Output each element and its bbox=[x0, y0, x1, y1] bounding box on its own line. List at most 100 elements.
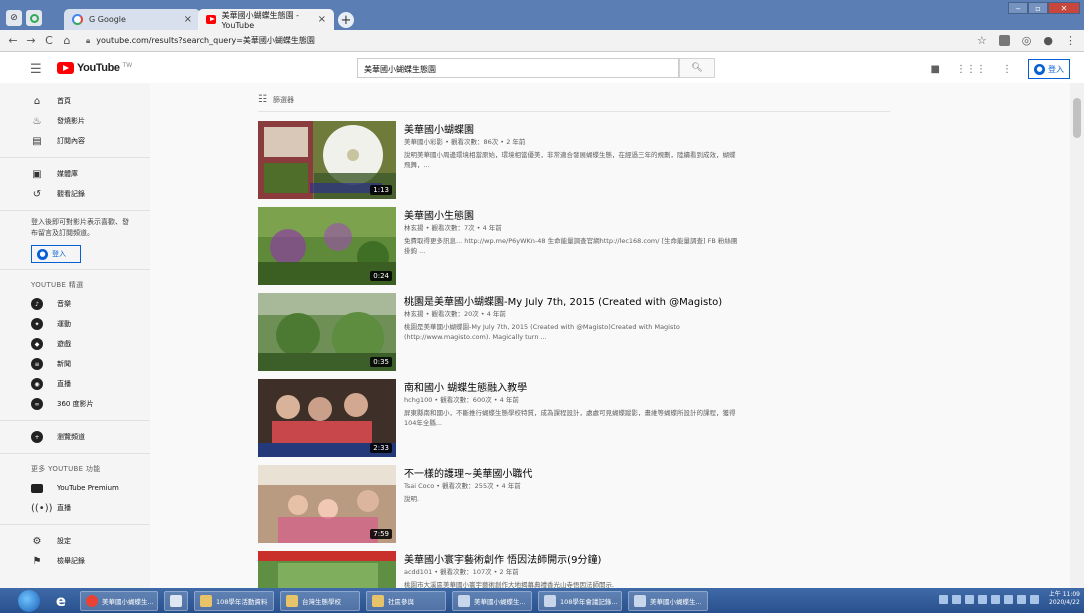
video-thumbnail[interactable]: 2:33 bbox=[258, 379, 396, 457]
video-description: 免費取得更多訊息... http://wp.me/P6yWKn-48 生命能量調… bbox=[404, 237, 738, 255]
tray-icon[interactable] bbox=[977, 594, 987, 604]
extension-icon[interactable] bbox=[998, 35, 1010, 46]
back-icon[interactable]: ← bbox=[4, 34, 22, 47]
video-title[interactable]: 桃園是美華國小蝴蝶園-My July 7th, 2015 (Created wi… bbox=[404, 293, 722, 308]
video-result[interactable]: 0:35 桃園是美華國小蝴蝶園-My July 7th, 2015 (Creat… bbox=[258, 293, 890, 373]
home-icon: ⌂ bbox=[33, 95, 41, 107]
maximize-button[interactable]: ▫ bbox=[1028, 2, 1048, 14]
sidebar-item-trending[interactable]: ♨ 發燒影片 bbox=[0, 111, 150, 131]
more-menu-icon[interactable]: ⋮ bbox=[1065, 34, 1076, 47]
media-icon[interactable]: ◎ bbox=[1022, 34, 1032, 47]
sidebar-item-history[interactable]: ↺ 觀看記錄 bbox=[0, 184, 150, 204]
video-result[interactable]: 美華國小寰宇藝術創作 悟因法師開示(9分鐘) acdd101 • 觀看次數：10… bbox=[258, 551, 890, 588]
taskbar-item[interactable]: 社區參與 bbox=[366, 590, 446, 611]
scrollbar-thumb[interactable] bbox=[1073, 98, 1081, 138]
video-result[interactable]: 2:33 南和國小 蝴蝶生態融入教學 hchg100 • 觀看次數：600次 •… bbox=[258, 379, 890, 459]
video-result[interactable]: 7:59 不一樣的護理~美華國小職代 Tsai Coco • 觀看次數：255次… bbox=[258, 465, 890, 545]
close-tab-icon[interactable]: × bbox=[318, 14, 326, 25]
video-title[interactable]: 不一樣的護理~美華國小職代 bbox=[404, 465, 532, 480]
signin-prompt: 登入後即可對影片表示喜歡、發布留言及訂閱頻道。 bbox=[31, 218, 129, 237]
sidebar-item-home[interactable]: ⌂ 首頁 bbox=[0, 91, 150, 111]
page-scrollbar[interactable] bbox=[1070, 83, 1084, 588]
taskbar-item[interactable]: 美華國小蝴蝶生... bbox=[80, 590, 158, 611]
sidebar-sign-in-button[interactable]: ● 登入 bbox=[31, 245, 81, 263]
settings-more-icon[interactable]: ⋮ bbox=[1002, 64, 1012, 75]
tray-icon[interactable] bbox=[938, 594, 948, 604]
search-input[interactable]: 美華國小蝴蝶生態園 bbox=[357, 58, 679, 78]
sidebar-item-360[interactable]: ∞ 360 度影片 bbox=[0, 394, 150, 414]
video-result[interactable]: 0:24 美華國小生態園 林玄揚 • 觀看次數：7次 • 4 年前 免費取得更多… bbox=[258, 207, 890, 287]
chrome-menu-icon[interactable]: ⊘ bbox=[6, 10, 22, 26]
divider bbox=[0, 210, 150, 211]
bookmark-star-icon[interactable]: ☆ bbox=[977, 34, 987, 47]
tray-icon[interactable] bbox=[1003, 594, 1013, 604]
sidebar-item-library[interactable]: ▣ 媒體庫 bbox=[0, 164, 150, 184]
sidebar-item-gaming[interactable]: ◆ 遊戲 bbox=[0, 334, 150, 354]
flag-icon: ⚑ bbox=[32, 555, 42, 567]
clock[interactable]: 上午 11:09 2020/4/22 bbox=[1049, 591, 1080, 607]
video-title[interactable]: 南和國小 蝴蝶生態融入教學 bbox=[404, 379, 527, 394]
search-button[interactable]: 🔍︎ bbox=[679, 58, 715, 78]
sidebar-item-settings[interactable]: ⚙ 設定 bbox=[0, 531, 150, 551]
new-tab-button[interactable]: + bbox=[338, 12, 354, 28]
video-title[interactable]: 美華國小寰宇藝術創作 悟因法師開示(9分鐘) bbox=[404, 551, 601, 566]
apps-icon[interactable]: ⋮⋮⋮ bbox=[956, 64, 986, 75]
taskbar-item[interactable]: 美華國小蝴蝶生... bbox=[452, 590, 532, 611]
taskbar-item[interactable] bbox=[164, 590, 188, 611]
divider bbox=[258, 111, 890, 112]
ie-icon[interactable]: e bbox=[48, 591, 74, 611]
video-thumbnail[interactable]: 0:35 bbox=[258, 293, 396, 371]
video-thumbnail[interactable]: 1:13 bbox=[258, 121, 396, 199]
video-description: 說明. bbox=[404, 495, 420, 503]
taskbar-item[interactable]: 美華國小蝴蝶生... bbox=[628, 590, 708, 611]
volume-icon[interactable] bbox=[1029, 594, 1039, 604]
url-field[interactable]: 🔒︎ youtube.com/results?search_query=美華國小… bbox=[86, 35, 315, 46]
taskbar-item[interactable]: 台灣生態學校 bbox=[280, 590, 360, 611]
close-window-button[interactable]: ✕ bbox=[1048, 2, 1080, 14]
tab-youtube[interactable]: 美華國小蝴蝶生態園 - YouTube × bbox=[198, 9, 334, 30]
live-broadcast-icon: ((•)) bbox=[31, 502, 53, 514]
home-icon[interactable]: ⌂ bbox=[58, 34, 76, 47]
tab-google[interactable]: G Google × bbox=[64, 9, 200, 30]
tray-icon[interactable] bbox=[1016, 594, 1026, 604]
minimize-button[interactable]: ‒ bbox=[1008, 2, 1028, 14]
menu-icon[interactable]: ☰ bbox=[30, 62, 42, 77]
taskbar-item[interactable]: 108學年會議記錄... bbox=[538, 590, 622, 611]
video-thumbnail[interactable] bbox=[258, 551, 396, 588]
youtube-logo[interactable]: YouTube TW bbox=[57, 62, 132, 74]
sidebar-item-subscriptions[interactable]: ▤ 訂閱內容 bbox=[0, 131, 150, 151]
video-thumbnail[interactable]: 7:59 bbox=[258, 465, 396, 543]
url-text: youtube.com/results?search_query=美華國小蝴蝶生… bbox=[96, 36, 315, 45]
sidebar-item-browse-channels[interactable]: + 瀏覽頻道 bbox=[0, 427, 150, 447]
create-video-icon[interactable]: ■ bbox=[931, 64, 940, 75]
address-bar: ← → C ⌂ 🔒︎ youtube.com/results?search_qu… bbox=[0, 30, 1084, 52]
tray-icon[interactable] bbox=[990, 594, 1000, 604]
extension-icon[interactable] bbox=[26, 10, 42, 26]
taskbar-item[interactable]: 108學年活動資料 bbox=[194, 590, 274, 611]
sidebar-item-live-broadcast[interactable]: ((•)) 直播 bbox=[0, 498, 150, 518]
sidebar-item-premium[interactable]: YouTube Premium bbox=[0, 478, 150, 498]
start-button[interactable] bbox=[18, 589, 40, 612]
tray-icon[interactable] bbox=[964, 594, 974, 604]
video-thumbnail[interactable]: 0:24 bbox=[258, 207, 396, 285]
sign-in-button[interactable]: ● 登入 bbox=[1028, 59, 1070, 79]
more-from-youtube-heading: 更多 YOUTUBE 功能 bbox=[31, 465, 101, 473]
sidebar-item-report-history[interactable]: ⚑ 檢舉記錄 bbox=[0, 551, 150, 571]
video-title[interactable]: 美華國小生態園 bbox=[404, 207, 474, 222]
sidebar-item-live[interactable]: ◉ 直播 bbox=[0, 374, 150, 394]
clock-time: 上午 11:09 bbox=[1048, 591, 1080, 598]
sidebar-item-news[interactable]: ≡ 新聞 bbox=[0, 354, 150, 374]
reload-icon[interactable]: C bbox=[40, 34, 58, 47]
tray-icon[interactable] bbox=[951, 594, 961, 604]
profile-icon[interactable]: ● bbox=[1043, 34, 1053, 47]
youtube-logo-icon bbox=[57, 62, 74, 74]
forward-icon[interactable]: → bbox=[22, 34, 40, 47]
close-tab-icon[interactable]: × bbox=[184, 14, 192, 25]
live-icon: ◉ bbox=[31, 378, 43, 390]
video-duration: 0:35 bbox=[370, 357, 392, 367]
video-title[interactable]: 美華國小蝴蝶園 bbox=[404, 121, 474, 136]
video-result[interactable]: 1:13 美華國小蝴蝶園 美華國小彩影 • 觀看次數：86次 • 2 年前 說明… bbox=[258, 121, 890, 201]
sidebar-item-music[interactable]: ♪ 音樂 bbox=[0, 294, 150, 314]
filter-button[interactable]: ☷ 篩選器 bbox=[258, 94, 294, 105]
sidebar-item-sports[interactable]: ✦ 運動 bbox=[0, 314, 150, 334]
